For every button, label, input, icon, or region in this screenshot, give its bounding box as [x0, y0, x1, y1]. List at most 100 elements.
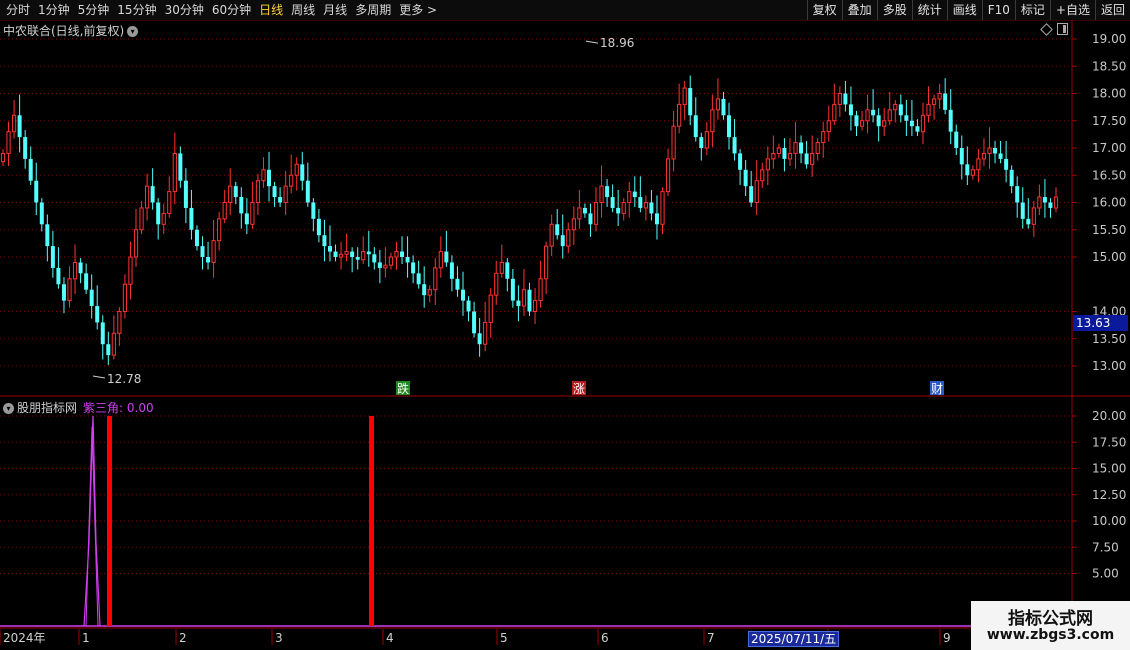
candle-body [693, 115, 698, 138]
candle-body [466, 300, 471, 312]
diamond-icon[interactable] [1040, 23, 1053, 36]
candle [1042, 179, 1047, 218]
candle-body [494, 272, 499, 296]
candle [61, 277, 66, 314]
candle [782, 138, 787, 172]
candle [727, 102, 732, 150]
high-pointer [585, 40, 599, 44]
candle [117, 307, 122, 346]
candle-body [139, 207, 144, 231]
candle-body [815, 142, 820, 154]
candle-body [283, 185, 288, 203]
price-tick-label: 15.50 [1092, 223, 1126, 237]
candle [283, 170, 288, 216]
candle-body [893, 103, 898, 111]
candle [538, 260, 543, 308]
candle [876, 108, 881, 142]
candle-body [56, 267, 61, 285]
candle [865, 94, 870, 134]
candle [45, 214, 50, 262]
candle-body [460, 289, 465, 301]
candle-body [167, 191, 172, 214]
candle-body [39, 202, 44, 225]
candle [937, 83, 942, 109]
kline-chart[interactable]: 19.0018.5018.0017.5017.0016.5016.0015.50… [0, 0, 1130, 650]
candle [383, 247, 388, 278]
candle-body [333, 251, 338, 257]
candle-body [987, 147, 992, 154]
candle-body [272, 186, 277, 198]
candle [333, 244, 338, 262]
candle-body [510, 278, 515, 301]
candle [350, 247, 355, 273]
candle-body [1020, 202, 1025, 219]
candle-body [704, 131, 709, 149]
event-marker-text: 涨 [573, 381, 585, 396]
candle-body [920, 114, 926, 133]
candle-body [998, 153, 1003, 159]
candle-body [582, 207, 587, 214]
candle-body [804, 153, 809, 165]
chevron-down-icon[interactable]: ▾ [127, 26, 139, 37]
candle-body [926, 103, 931, 116]
candle [483, 301, 488, 352]
candle [244, 198, 249, 235]
candle-body [915, 126, 920, 132]
price-tick-label: 15.00 [1092, 250, 1126, 264]
candle [477, 318, 482, 357]
signal-bar [107, 416, 112, 626]
indicator-series-label: 紫三角: 0.00 [83, 401, 154, 415]
candle [233, 181, 238, 205]
candle [217, 211, 222, 251]
candle-body [144, 185, 150, 209]
candle [278, 187, 283, 207]
candle-body [178, 153, 183, 181]
candle [616, 189, 621, 226]
candle-body [422, 284, 427, 296]
candle [6, 121, 11, 166]
candle-body [189, 207, 194, 230]
candle-body [699, 137, 704, 148]
candle-body [449, 262, 454, 279]
candle [915, 119, 920, 137]
chart-title: 中农联合(日线,前复权) ▾ [3, 22, 139, 39]
candle-body [616, 207, 621, 214]
candle [106, 331, 111, 365]
candle [422, 266, 427, 308]
chevron-down-icon[interactable]: ▾ [3, 403, 14, 414]
candle [948, 89, 953, 145]
candle [294, 157, 299, 191]
candle-body [200, 246, 205, 257]
candle-body [50, 246, 55, 268]
candle [366, 230, 371, 267]
candle [150, 168, 155, 210]
candle [416, 260, 421, 289]
candle-body [150, 186, 155, 203]
price-tick-label: 18.50 [1092, 59, 1126, 73]
candle-body [959, 148, 964, 165]
high-label: 18.96 [600, 36, 634, 50]
candle-body [211, 240, 216, 263]
event-marker: 涨 [572, 381, 586, 396]
candle [433, 258, 438, 305]
candle [361, 236, 366, 265]
candle [920, 102, 926, 145]
candle-body [727, 115, 732, 138]
candle-body [993, 148, 998, 154]
indicator-name: 股朋指标网 [17, 401, 78, 415]
panel-toggle-icon[interactable] [1057, 23, 1068, 35]
candle [787, 138, 793, 166]
price-tick-label: 17.00 [1092, 141, 1126, 155]
candle-body [555, 224, 560, 236]
candle-body [665, 158, 671, 193]
candle-body [732, 137, 737, 154]
candle-body [976, 158, 981, 171]
candle-body [228, 185, 233, 203]
candle [56, 247, 61, 289]
candle [832, 83, 837, 126]
candle [261, 157, 266, 188]
candle [122, 274, 128, 319]
candle-body [643, 202, 648, 209]
candle-body [233, 186, 238, 198]
candle [338, 241, 344, 270]
